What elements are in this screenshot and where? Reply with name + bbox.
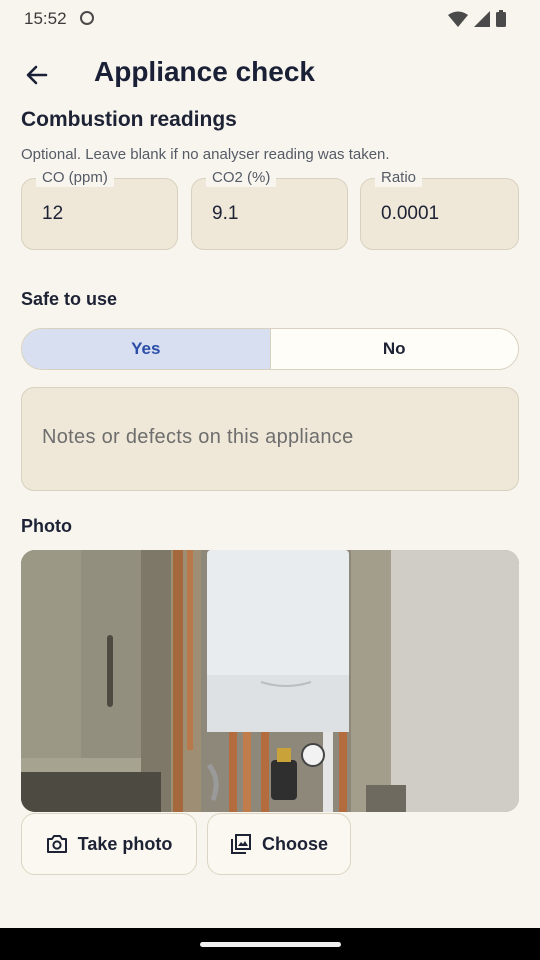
- app-bar: Appliance check: [0, 48, 540, 100]
- choose-photo-button[interactable]: Choose: [207, 813, 351, 875]
- co2-percent-value: 9.1: [212, 203, 239, 224]
- status-time: 15:52: [24, 9, 67, 28]
- choose-photo-label: Choose: [261, 833, 328, 854]
- combustion-section-title: Combustion readings: [21, 108, 237, 131]
- page-title: Appliance check: [94, 56, 315, 87]
- back-arrow-icon: [26, 65, 48, 85]
- ratio-value: 0.0001: [381, 203, 440, 224]
- status-icons: [448, 10, 506, 27]
- camera-icon: [46, 835, 67, 853]
- co2-percent-field[interactable]: CO2 (%) 9.1: [191, 169, 348, 250]
- photo-section-title: Photo: [21, 516, 72, 536]
- notes-placeholder: Notes or defects on this appliance: [42, 426, 354, 448]
- co-ppm-value: 12: [42, 203, 64, 224]
- safe-yes-button[interactable]: Yes: [22, 329, 271, 369]
- safe-to-use-title: Safe to use: [21, 289, 118, 309]
- home-gesture-handle[interactable]: [200, 942, 341, 947]
- signal-icon: [474, 10, 490, 27]
- combustion-helper-text: Optional. Leave blank if no analyser rea…: [21, 146, 390, 163]
- ratio-field[interactable]: Ratio 0.0001: [360, 169, 519, 250]
- boiler-photo-image: [21, 550, 519, 812]
- take-photo-button[interactable]: Take photo: [21, 813, 197, 875]
- battery-icon: [496, 10, 506, 27]
- status-bar: 15:52: [0, 0, 540, 38]
- co-ppm-label: CO (ppm): [36, 169, 114, 187]
- safe-no-button[interactable]: No: [270, 329, 518, 369]
- appliance-photo: [21, 550, 519, 812]
- take-photo-label: Take photo: [77, 833, 173, 854]
- gallery-icon: [230, 834, 251, 854]
- back-button[interactable]: [18, 56, 56, 94]
- notification-icon: [80, 11, 94, 25]
- co-ppm-field[interactable]: CO (ppm) 12: [21, 169, 178, 250]
- wifi-icon: [448, 11, 468, 27]
- ratio-label: Ratio: [375, 169, 423, 187]
- co2-percent-label: CO2 (%): [206, 169, 277, 187]
- system-navigation-bar: [0, 928, 540, 960]
- safe-to-use-toggle: Yes No: [21, 328, 519, 370]
- notes-input[interactable]: Notes or defects on this appliance: [21, 387, 519, 491]
